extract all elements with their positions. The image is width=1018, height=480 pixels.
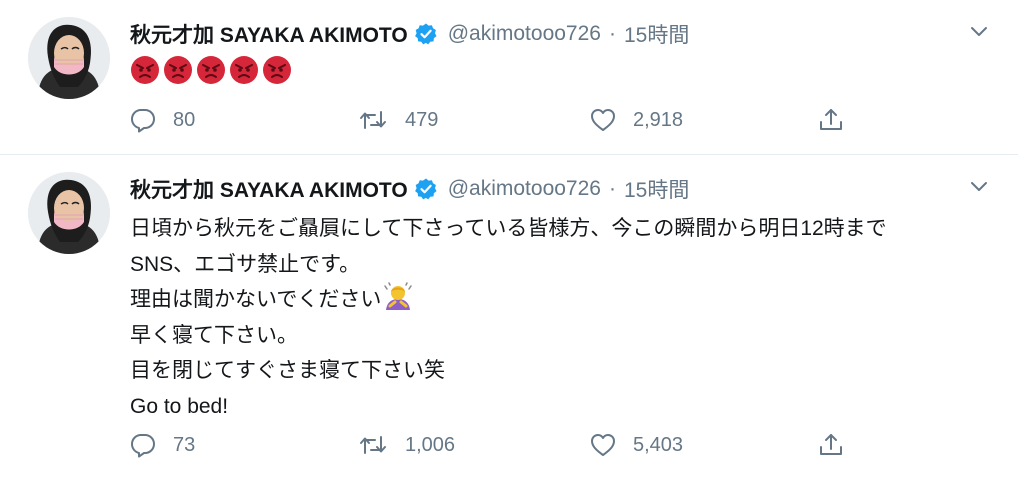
separator-dot: · [608,177,616,200]
avatar[interactable] [28,172,110,254]
tweet-text-line-with-emoji: 理由は聞かないでください [130,282,1000,318]
share-icon [818,107,844,133]
reply-count: 80 [173,108,196,131]
author-name[interactable]: 秋元才加 SAYAKA AKIMOTO [130,19,408,49]
verified-badge-icon [414,22,438,46]
tweet-header: 秋元才加 SAYAKA AKIMOTO @akimotooo726 · 15時間 [130,175,998,203]
reply-count: 73 [173,433,196,456]
author-handle[interactable]: @akimotooo726 [448,22,601,46]
tweet-text-line: 目を閉じてすぐさま寝て下さい笑 [130,359,445,382]
angry-face-icon [163,55,193,85]
angry-face-icon [196,55,226,85]
tweet-timestamp[interactable]: 15時間 [624,174,689,204]
tweet-text-line: 日頃から秋元をご贔屓にして下さっている皆様方、今この瞬間から明日12時まで [130,217,887,240]
reply-icon [130,107,156,133]
retweet-count: 1,006 [405,433,456,456]
author-name[interactable]: 秋元才加 SAYAKA AKIMOTO [130,174,408,204]
angry-face-icon [262,55,292,85]
person-bowing-icon [383,282,413,312]
retweet-button[interactable]: 1,006 [358,430,455,460]
avatar-image [28,17,110,99]
angry-face-icon [229,55,259,85]
tweet[interactable]: 秋元才加 SAYAKA AKIMOTO @akimotooo726 · 15時間… [0,155,1018,480]
like-count: 2,918 [633,108,684,131]
verified-badge-icon [414,177,438,201]
chevron-down-icon[interactable] [970,181,988,193]
retweet-count: 479 [405,108,439,131]
share-icon [818,432,844,458]
heart-icon [590,432,616,458]
avatar-image [28,172,110,254]
share-button[interactable] [818,105,844,135]
separator-dot: · [608,22,616,45]
tweet-text-line: 早く寝て下さい。 [130,323,298,347]
angry-face-icon [130,55,160,85]
heart-icon [590,107,616,133]
like-button[interactable]: 5,403 [590,430,683,460]
reply-icon [130,432,156,458]
tweet-header: 秋元才加 SAYAKA AKIMOTO @akimotooo726 · 15時間 [130,20,998,48]
reply-button[interactable]: 73 [130,430,195,460]
share-button[interactable] [818,430,844,460]
like-count: 5,403 [633,433,684,456]
avatar[interactable] [28,17,110,99]
retweet-icon [358,432,388,458]
reply-button[interactable]: 80 [130,105,195,135]
retweet-icon [358,107,388,133]
chevron-down-icon[interactable] [970,26,988,38]
tweet-text-line: SNS、エゴサ禁止です。 [130,252,361,276]
retweet-button[interactable]: 479 [358,105,438,135]
tweet-text-line: 理由は聞かないでください [130,288,382,311]
tweet[interactable]: 秋元才加 SAYAKA AKIMOTO @akimotooo726 · 15時間… [0,0,1018,154]
like-button[interactable]: 2,918 [590,105,683,135]
tweet-timestamp[interactable]: 15時間 [624,19,689,49]
tweet-text-line: Go to bed! [130,394,229,418]
tweet-text [130,55,292,85]
tweet-text: 日頃から秋元をご贔屓にして下さっている皆様方、今この瞬間から明日12時まで SN… [130,211,1000,424]
author-handle[interactable]: @akimotooo726 [448,177,601,201]
